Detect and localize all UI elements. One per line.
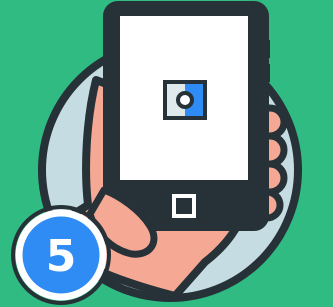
camera-app-icon — [163, 80, 207, 120]
step-badge-label: 5 — [46, 231, 77, 282]
step-illustration: 5 — [0, 0, 333, 307]
phone-side-button — [262, 64, 270, 82]
phone-side-button — [262, 40, 270, 58]
step-badge: 5 — [11, 205, 111, 305]
hand-holding-smartphone-icon: 5 — [11, 1, 302, 305]
